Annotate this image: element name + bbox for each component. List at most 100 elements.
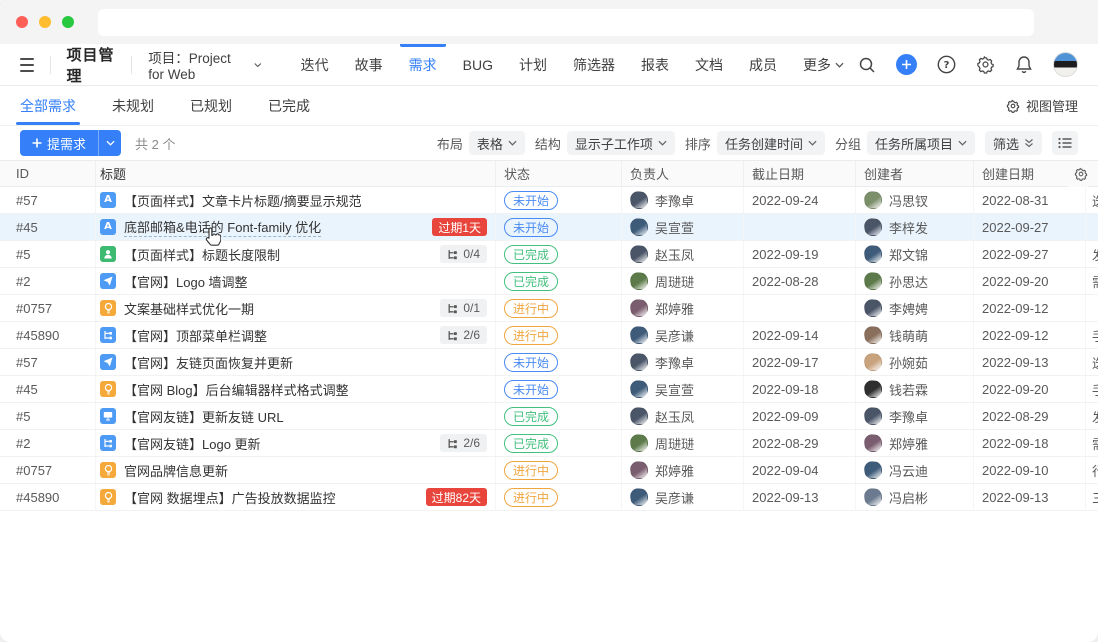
subtask-count[interactable]: 0/1: [440, 299, 487, 317]
status-badge[interactable]: 进行中: [504, 488, 558, 507]
table-row[interactable]: #0757官网品牌信息更新进行中郑婷雅2022-09-04冯云迪2022-09-…: [0, 457, 1098, 484]
task-title[interactable]: 官网品牌信息更新: [124, 461, 228, 480]
help-icon[interactable]: ?: [936, 55, 956, 75]
table-row[interactable]: #45A底部邮箱&电话的 Font-family 优化过期1天未开始吴宣萱李梓发…: [0, 214, 1098, 241]
task-title[interactable]: 【官网友链】Logo 更新: [124, 434, 261, 453]
view-tab-4[interactable]: 已完成: [268, 86, 310, 125]
task-title[interactable]: 【官网】友链页面恢复并更新: [124, 353, 293, 372]
search-icon[interactable]: [857, 55, 877, 75]
task-title-cell[interactable]: 【官网】顶部菜单栏调整 2/6: [96, 322, 496, 348]
control-value-dropdown[interactable]: 任务所属项目: [867, 131, 975, 155]
list-view-icon[interactable]: [1052, 131, 1078, 155]
due-date: 2022-09-13: [744, 484, 856, 510]
nav-item-7[interactable]: 报表: [628, 44, 682, 85]
task-title[interactable]: 【官网】Logo 墙调整: [124, 272, 248, 291]
hamburger-menu-icon[interactable]: [20, 58, 34, 72]
table-row[interactable]: #57A【页面样式】文章卡片标题/摘要显示规范未开始李豫卓2022-09-24冯…: [0, 187, 1098, 214]
table-row[interactable]: #45【官网 Blog】后台编辑器样式格式调整未开始吴宣萱2022-09-18钱…: [0, 376, 1098, 403]
task-title-cell[interactable]: 【官网 Blog】后台编辑器样式格式调整: [96, 376, 496, 402]
assignee-name: 吴彦谦: [655, 488, 694, 507]
task-title-cell[interactable]: 【官网】Logo 墙调整: [96, 268, 496, 294]
row-id: #45890: [0, 322, 96, 348]
create-new-button[interactable]: [896, 54, 917, 75]
task-title[interactable]: 【页面样式】标题长度限制: [124, 245, 280, 264]
subtask-count[interactable]: 0/4: [440, 245, 487, 263]
task-title-cell[interactable]: A【页面样式】文章卡片标题/摘要显示规范: [96, 187, 496, 213]
status-badge[interactable]: 未开始: [504, 191, 558, 210]
task-title-cell[interactable]: A底部邮箱&电话的 Font-family 优化过期1天: [96, 214, 496, 240]
create-requirement-button[interactable]: 提需求: [20, 130, 121, 156]
table-row[interactable]: #45890【官网】顶部菜单栏调整2/6进行中吴彦谦2022-09-14钱萌萌2…: [0, 322, 1098, 349]
nav-item-3[interactable]: 需求: [396, 44, 450, 85]
created-date: 2022-09-27: [974, 241, 1086, 267]
table-row[interactable]: #2【官网友链】Logo 更新2/6已完成周琎琎2022-08-29郑婷雅202…: [0, 430, 1098, 457]
task-title[interactable]: 【官网 Blog】后台编辑器样式格式调整: [124, 380, 349, 399]
status-badge[interactable]: 未开始: [504, 380, 558, 399]
subtask-tree-icon: [447, 249, 458, 260]
table-row[interactable]: #2【官网】Logo 墙调整已完成周琎琎2022-08-28孙思达2022-09…: [0, 268, 1098, 295]
bulb-icon: [100, 381, 116, 397]
settings-gear-icon[interactable]: [975, 55, 995, 75]
nav-item-8[interactable]: 文档: [682, 44, 736, 85]
minimize-window-button[interactable]: [39, 16, 51, 28]
address-bar[interactable]: [98, 9, 1034, 36]
table-row[interactable]: #57【官网】友链页面恢复并更新未开始李豫卓2022-09-17孙婉茹2022-…: [0, 349, 1098, 376]
maximize-window-button[interactable]: [62, 16, 74, 28]
status-badge[interactable]: 未开始: [504, 353, 558, 372]
status-badge[interactable]: 已完成: [504, 245, 558, 264]
column-settings-gear-icon[interactable]: [1068, 161, 1088, 187]
view-tab-3[interactable]: 已规划: [190, 86, 232, 125]
task-title-cell[interactable]: 【页面样式】标题长度限制 0/4: [96, 241, 496, 267]
close-window-button[interactable]: [16, 16, 28, 28]
subtask-count[interactable]: 2/6: [440, 326, 487, 344]
task-title-cell[interactable]: 【官网】友链页面恢复并更新: [96, 349, 496, 375]
row-id: #0757: [0, 457, 96, 483]
control-value-dropdown[interactable]: 任务创建时间: [717, 131, 825, 155]
status-badge[interactable]: 已完成: [504, 434, 558, 453]
task-title[interactable]: 底部邮箱&电话的 Font-family 优化: [124, 217, 321, 237]
task-title-cell[interactable]: 【官网友链】Logo 更新 2/6: [96, 430, 496, 456]
control-value-dropdown[interactable]: 表格: [469, 131, 525, 155]
created-date: 2022-08-29: [974, 403, 1086, 429]
task-title-cell[interactable]: 官网品牌信息更新: [96, 457, 496, 483]
view-manage-button[interactable]: 视图管理: [1006, 96, 1078, 115]
table-row[interactable]: #45890【官网 数据埋点】广告投放数据监控过期82天进行中吴彦谦2022-0…: [0, 484, 1098, 511]
status-badge[interactable]: 进行中: [504, 461, 558, 480]
task-title-cell[interactable]: 文案基础样式优化一期 0/1: [96, 295, 496, 321]
subtask-count[interactable]: 2/6: [440, 434, 487, 452]
create-requirement-dropdown[interactable]: [99, 130, 121, 156]
table-row[interactable]: #5【官网友链】更新友链 URL已完成赵玉凤2022-09-09李豫卓2022-…: [0, 403, 1098, 430]
status-badge[interactable]: 已完成: [504, 272, 558, 291]
status-cell: 未开始: [496, 349, 622, 375]
nav-item-10[interactable]: 更多: [790, 44, 857, 85]
control-value-dropdown[interactable]: 显示子工作项: [567, 131, 675, 155]
overdue-badge: 过期1天: [432, 218, 487, 236]
project-selector[interactable]: 项目：Project for Web: [148, 47, 261, 82]
task-title[interactable]: 【官网 数据埋点】广告投放数据监控: [124, 488, 336, 507]
task-title[interactable]: 【官网友链】更新友链 URL: [124, 407, 284, 426]
nav-item-2[interactable]: 故事: [342, 44, 396, 85]
nav-item-5[interactable]: 计划: [506, 44, 560, 85]
status-badge[interactable]: 未开始: [504, 218, 558, 237]
user-avatar[interactable]: [1053, 52, 1078, 77]
view-tab-2[interactable]: 未规划: [112, 86, 154, 125]
nav-item-6[interactable]: 筛选器: [560, 44, 628, 85]
avatar: [630, 353, 648, 371]
table-row[interactable]: #0757文案基础样式优化一期0/1进行中郑婷雅李娉娉2022-09-12: [0, 295, 1098, 322]
filter-button[interactable]: 筛选: [985, 131, 1042, 155]
nav-item-4[interactable]: BUG: [450, 44, 506, 85]
view-tab-1[interactable]: 全部需求: [20, 86, 76, 125]
nav-item-label: 报表: [641, 55, 669, 75]
table-row[interactable]: #5【页面样式】标题长度限制0/4已完成赵玉凤2022-09-19郑文锦2022…: [0, 241, 1098, 268]
notifications-bell-icon[interactable]: [1014, 55, 1034, 75]
task-title-cell[interactable]: 【官网 数据埋点】广告投放数据监控过期82天: [96, 484, 496, 510]
task-title[interactable]: 【官网】顶部菜单栏调整: [124, 326, 267, 345]
task-title[interactable]: 文案基础样式优化一期: [124, 299, 254, 318]
nav-item-1[interactable]: 迭代: [288, 44, 342, 85]
task-title-cell[interactable]: 【官网友链】更新友链 URL: [96, 403, 496, 429]
task-title[interactable]: 【页面样式】文章卡片标题/摘要显示规范: [124, 191, 362, 210]
status-badge[interactable]: 已完成: [504, 407, 558, 426]
nav-item-9[interactable]: 成员: [736, 44, 790, 85]
status-badge[interactable]: 进行中: [504, 299, 558, 318]
status-badge[interactable]: 进行中: [504, 326, 558, 345]
